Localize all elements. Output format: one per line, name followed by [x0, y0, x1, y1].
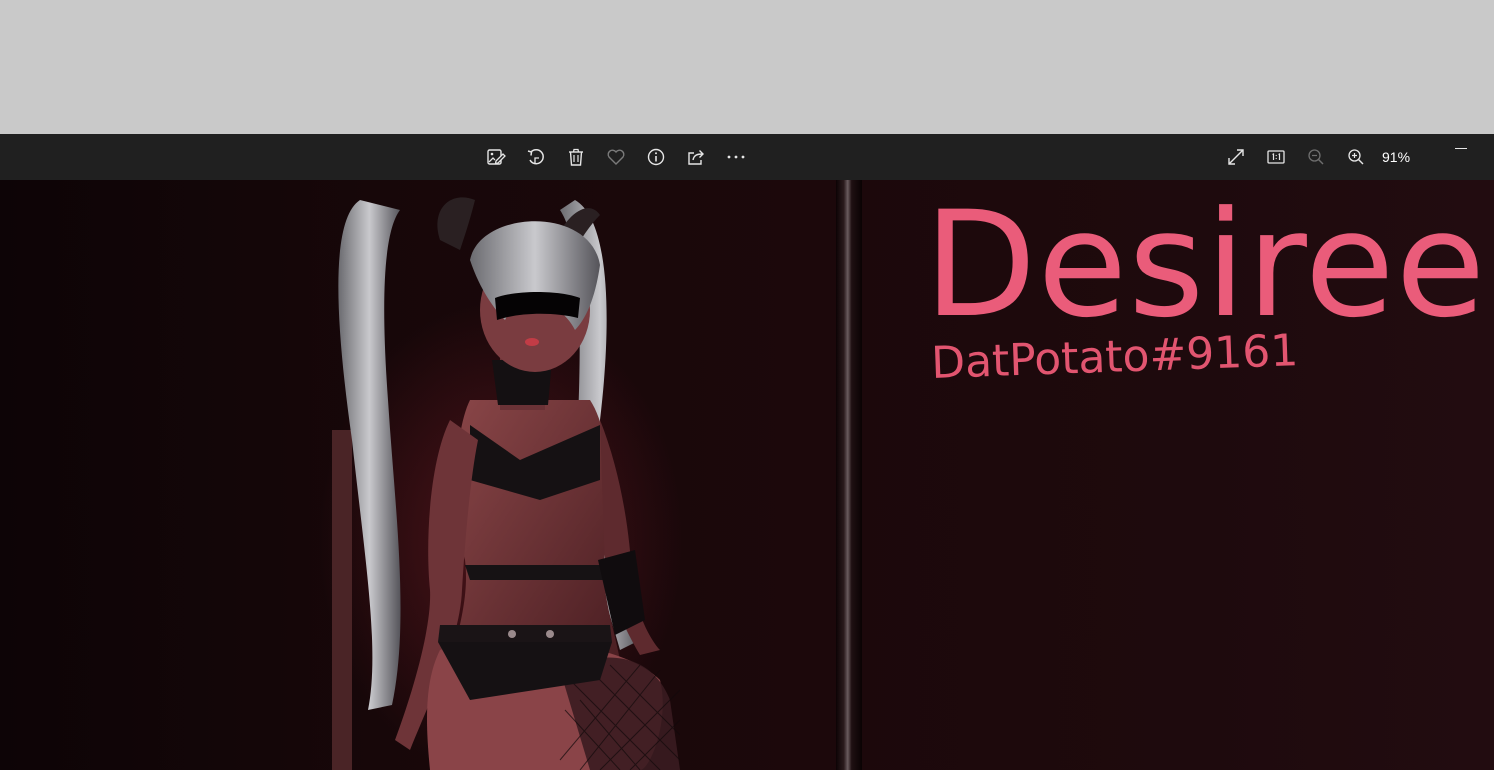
delete-icon — [569, 148, 583, 166]
zoom-out-icon — [1308, 149, 1324, 165]
photo-viewer-toolbar: 91% — [0, 134, 1494, 180]
zoom-in-button[interactable] — [1342, 143, 1370, 171]
edit-image-icon — [487, 149, 506, 165]
edit-image-button[interactable] — [482, 143, 510, 171]
fullscreen-button[interactable] — [1222, 143, 1250, 171]
image-subtitle-text: DatPotato#9161 — [930, 325, 1300, 389]
top-blank-area — [0, 0, 1494, 134]
delete-button[interactable] — [562, 143, 590, 171]
zoom-out-button[interactable] — [1302, 143, 1330, 171]
actual-size-button[interactable] — [1262, 143, 1290, 171]
rotate-icon — [527, 148, 544, 165]
rotate-button[interactable] — [522, 143, 550, 171]
actual-size-icon — [1267, 150, 1285, 164]
share-icon — [688, 150, 704, 165]
info-button[interactable] — [642, 143, 670, 171]
more-options-button[interactable] — [722, 143, 750, 171]
image-title-text: Desiree — [924, 180, 1487, 350]
zoom-in-icon — [1348, 149, 1364, 165]
info-icon — [647, 148, 665, 166]
zoom-level-label[interactable]: 91% — [1382, 147, 1422, 167]
image-canvas: Desiree DatPotato#9161 — [0, 180, 1494, 770]
share-button[interactable] — [682, 143, 710, 171]
fullscreen-icon — [1228, 149, 1244, 165]
favorite-icon — [607, 149, 625, 165]
pole — [836, 180, 862, 770]
minimize-icon[interactable] — [1455, 148, 1467, 149]
favorite-button[interactable] — [602, 143, 630, 171]
more-options-icon — [727, 155, 745, 159]
